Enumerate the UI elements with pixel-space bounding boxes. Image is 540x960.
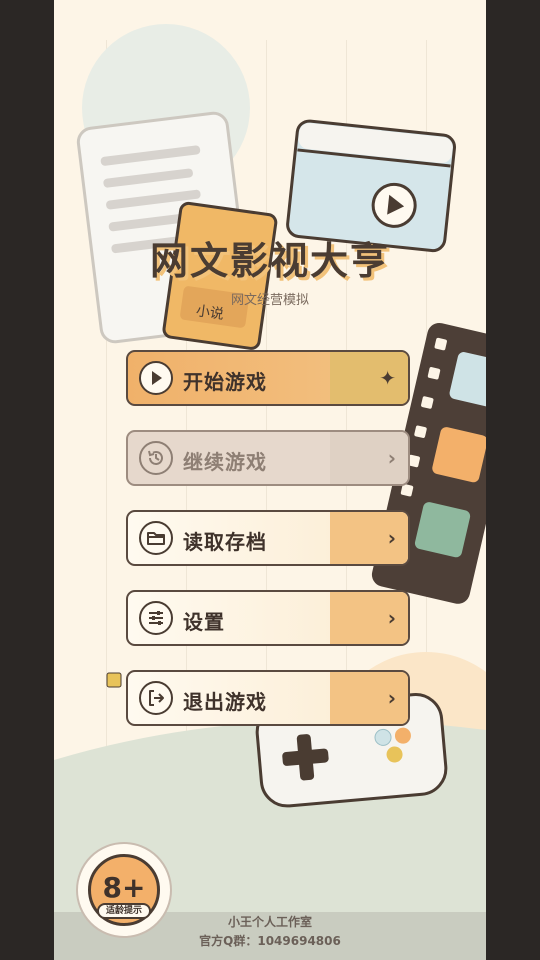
load-save-button[interactable]: 读取存档 › — [126, 510, 410, 566]
age-rating-value: 8+ — [102, 871, 146, 904]
exit-icon — [139, 681, 173, 715]
game-title: 网文影视大亨 — [149, 239, 390, 283]
button-rail — [330, 672, 408, 724]
load-save-label: 读取存档 — [183, 530, 267, 554]
sparkle-icon: ✦ — [379, 366, 396, 390]
button-rail — [330, 432, 408, 484]
chevron-right-icon: › — [387, 606, 396, 630]
studio-name: 小王个人工作室 — [227, 915, 312, 929]
quit-game-label: 退出游戏 — [183, 690, 267, 714]
qq-group-info: 官方Q群：1049694806 — [199, 934, 341, 948]
quit-game-button[interactable]: 退出游戏 › — [126, 670, 410, 726]
game-subtitle: 网文经营模拟 — [230, 293, 309, 308]
button-rail — [330, 512, 408, 564]
button-rail — [330, 592, 408, 644]
chevron-right-icon: › — [387, 686, 396, 710]
start-game-button[interactable]: 开始游戏 ✦ — [126, 350, 410, 406]
continue-game-label: 继续游戏 — [183, 450, 267, 474]
play-icon — [139, 361, 173, 395]
game-start-screen: 小说 网文影视大亨 网文经营模拟 开始游戏 ✦ 继续游戏 › 读取存档 › 设置 — [54, 0, 486, 960]
continue-game-button[interactable]: 继续游戏 › — [126, 430, 410, 486]
button-rail — [330, 352, 408, 404]
start-game-label: 开始游戏 — [183, 370, 267, 394]
chevron-right-icon: › — [387, 526, 396, 550]
settings-label: 设置 — [183, 610, 225, 634]
folder-icon — [139, 521, 173, 555]
chevron-right-icon: › — [387, 446, 396, 470]
history-icon — [139, 441, 173, 475]
sliders-icon — [139, 601, 173, 635]
settings-button[interactable]: 设置 › — [126, 590, 410, 646]
